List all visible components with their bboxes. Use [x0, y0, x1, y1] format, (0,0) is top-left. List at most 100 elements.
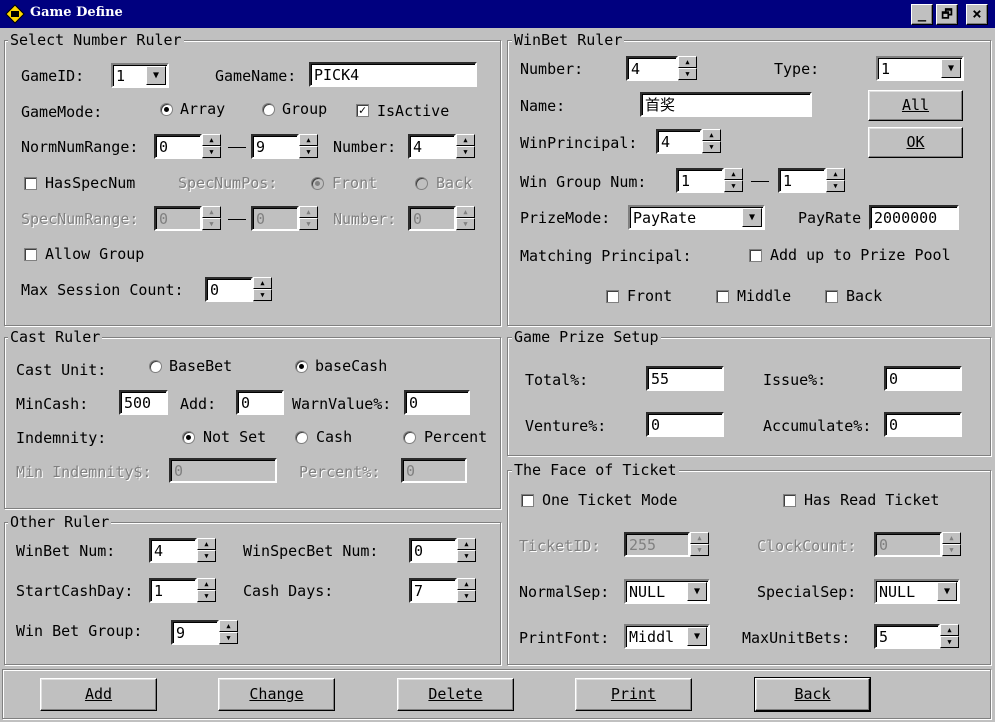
- spin-up-icon[interactable]: ▲: [724, 168, 743, 180]
- spin-up-icon[interactable]: ▲: [942, 532, 961, 544]
- total-input[interactable]: 55: [646, 366, 724, 391]
- spin-down-icon[interactable]: ▼: [942, 544, 961, 556]
- add-input[interactable]: 0: [236, 390, 284, 415]
- maxunitbets-input[interactable]: 5: [874, 624, 940, 649]
- spin-down-icon[interactable]: ▼: [299, 218, 318, 230]
- mp-front-checkbox[interactable]: [606, 290, 619, 303]
- notset-radio[interactable]: [182, 431, 195, 444]
- chevron-down-icon[interactable]: ▼: [687, 627, 707, 646]
- spec-front-radio[interactable]: [311, 177, 324, 190]
- winprincipal-input[interactable]: 4: [656, 129, 702, 154]
- norm-to-input[interactable]: 9: [251, 134, 299, 159]
- spin-up-icon[interactable]: ▲: [456, 206, 475, 218]
- clockcount-input[interactable]: 0: [874, 532, 942, 557]
- win-group-from-spinner[interactable]: ▲ ▼: [724, 168, 743, 193]
- spin-up-icon[interactable]: ▲: [299, 206, 318, 218]
- mincash-input[interactable]: 500: [119, 390, 168, 415]
- number-spinner[interactable]: ▲ ▼: [456, 134, 475, 159]
- spin-down-icon[interactable]: ▼: [299, 146, 318, 158]
- spin-up-icon[interactable]: ▲: [457, 578, 476, 590]
- spin-up-icon[interactable]: ▲: [197, 578, 216, 590]
- spin-down-icon[interactable]: ▼: [456, 218, 475, 230]
- startcashday-spinner[interactable]: ▲ ▼: [197, 578, 216, 603]
- spin-up-icon[interactable]: ▲: [940, 624, 959, 636]
- win-group-to-input[interactable]: 1: [778, 168, 826, 193]
- warnvalue-input[interactable]: 0: [404, 390, 470, 415]
- spin-up-icon[interactable]: ▲: [202, 134, 221, 146]
- array-radio[interactable]: [160, 103, 173, 116]
- spin-down-icon[interactable]: ▼: [197, 550, 216, 562]
- spin-down-icon[interactable]: ▼: [456, 146, 475, 158]
- startcashday-input[interactable]: 1: [149, 578, 197, 603]
- percent-radio[interactable]: [403, 431, 416, 444]
- gamename-input[interactable]: PICK4: [309, 62, 477, 87]
- ticketid-input[interactable]: 255: [624, 532, 690, 557]
- winbet-group-spinner[interactable]: ▲ ▼: [219, 620, 238, 645]
- maxunitbets-spinner[interactable]: ▲ ▼: [940, 624, 959, 649]
- spec-back-radio[interactable]: [415, 177, 428, 190]
- basecash-radio[interactable]: [295, 360, 308, 373]
- spin-down-icon[interactable]: ▼: [457, 590, 476, 602]
- all-button[interactable]: All: [868, 90, 963, 121]
- title-bar[interactable]: Game Define _ 🗗 ×: [0, 0, 995, 28]
- prizemode-dropdown[interactable]: PayRate ▼: [628, 205, 765, 230]
- payrate-input[interactable]: 2000000: [869, 205, 959, 230]
- print-button[interactable]: Print: [575, 678, 692, 711]
- ticketid-spinner[interactable]: ▲ ▼: [690, 532, 709, 557]
- spin-up-icon[interactable]: ▲: [299, 134, 318, 146]
- spin-down-icon[interactable]: ▼: [457, 550, 476, 562]
- spin-up-icon[interactable]: ▲: [197, 538, 216, 550]
- spin-up-icon[interactable]: ▲: [219, 620, 238, 632]
- win-group-from-input[interactable]: 1: [676, 168, 724, 193]
- allow-group-checkbox[interactable]: [24, 248, 37, 261]
- ok-button[interactable]: OK: [868, 127, 963, 158]
- basebet-radio[interactable]: [149, 360, 162, 373]
- minimize-button[interactable]: _: [911, 4, 933, 25]
- spin-up-icon[interactable]: ▲: [456, 134, 475, 146]
- winprincipal-spinner[interactable]: ▲ ▼: [702, 129, 721, 154]
- spin-up-icon[interactable]: ▲: [678, 56, 697, 68]
- spin-up-icon[interactable]: ▲: [253, 277, 272, 289]
- venture-input[interactable]: 0: [646, 412, 724, 437]
- number-input[interactable]: 4: [408, 134, 456, 159]
- winbet-num-input[interactable]: 4: [149, 538, 197, 563]
- winspecbet-num-input[interactable]: 0: [409, 538, 457, 563]
- accumulate-input[interactable]: 0: [884, 412, 962, 437]
- has-read-ticket-checkbox[interactable]: [783, 494, 796, 507]
- spin-down-icon[interactable]: ▼: [826, 180, 845, 192]
- win-group-to-spinner[interactable]: ▲ ▼: [826, 168, 845, 193]
- cashdays-spinner[interactable]: ▲ ▼: [457, 578, 476, 603]
- spin-up-icon[interactable]: ▲: [826, 168, 845, 180]
- max-session-input[interactable]: 0: [205, 277, 253, 302]
- spin-down-icon[interactable]: ▼: [678, 68, 697, 80]
- spin-down-icon[interactable]: ▼: [253, 289, 272, 301]
- clockcount-spinner[interactable]: ▲ ▼: [942, 532, 961, 557]
- winbet-group-input[interactable]: 9: [171, 620, 219, 645]
- specialsep-dropdown[interactable]: NULL ▼: [874, 579, 960, 604]
- wb-number-input[interactable]: 4: [626, 56, 678, 81]
- spin-down-icon[interactable]: ▼: [940, 636, 959, 648]
- min-indemnity-input[interactable]: 0: [169, 458, 277, 483]
- mp-middle-checkbox[interactable]: [716, 290, 729, 303]
- change-button[interactable]: Change: [218, 678, 335, 711]
- spec-number-spinner[interactable]: ▲ ▼: [456, 206, 475, 231]
- spin-up-icon[interactable]: ▲: [690, 532, 709, 544]
- spec-number-input[interactable]: 0: [408, 206, 456, 231]
- norm-from-spinner[interactable]: ▲ ▼: [202, 134, 221, 159]
- isactive-checkbox[interactable]: ✓: [356, 104, 369, 117]
- cash-radio[interactable]: [295, 431, 308, 444]
- cashdays-input[interactable]: 7: [409, 578, 457, 603]
- printfont-dropdown[interactable]: Middl ▼: [624, 624, 710, 649]
- percent-pct-input[interactable]: 0: [401, 458, 467, 483]
- spec-from-input[interactable]: 0: [154, 206, 202, 231]
- spec-from-spinner[interactable]: ▲ ▼: [202, 206, 221, 231]
- maximize-button[interactable]: 🗗: [936, 4, 958, 25]
- norm-to-spinner[interactable]: ▲ ▼: [299, 134, 318, 159]
- wb-name-input[interactable]: 首奖: [640, 92, 812, 117]
- spin-down-icon[interactable]: ▼: [690, 544, 709, 556]
- max-session-spinner[interactable]: ▲ ▼: [253, 277, 272, 302]
- spec-to-spinner[interactable]: ▲ ▼: [299, 206, 318, 231]
- issue-input[interactable]: 0: [884, 366, 962, 391]
- spin-up-icon[interactable]: ▲: [202, 206, 221, 218]
- spin-down-icon[interactable]: ▼: [202, 146, 221, 158]
